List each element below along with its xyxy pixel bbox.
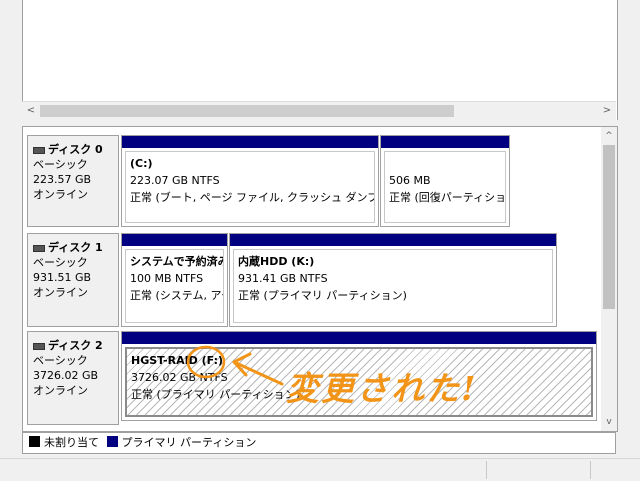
legend-unallocated: 未割り当て — [44, 436, 99, 449]
legend-primary: プライマリ パーティション — [121, 436, 257, 449]
status-divider — [486, 461, 487, 479]
primary-partition-swatch — [106, 436, 118, 447]
annotation-text: 変更された! — [286, 369, 478, 408]
annotation-circle — [186, 345, 226, 379]
status-bar — [0, 458, 640, 481]
legend-bar: 未割り当て プライマリ パーティション — [22, 432, 616, 454]
status-divider — [590, 461, 591, 479]
annotation-arrow — [232, 352, 284, 386]
unallocated-swatch — [29, 436, 40, 447]
